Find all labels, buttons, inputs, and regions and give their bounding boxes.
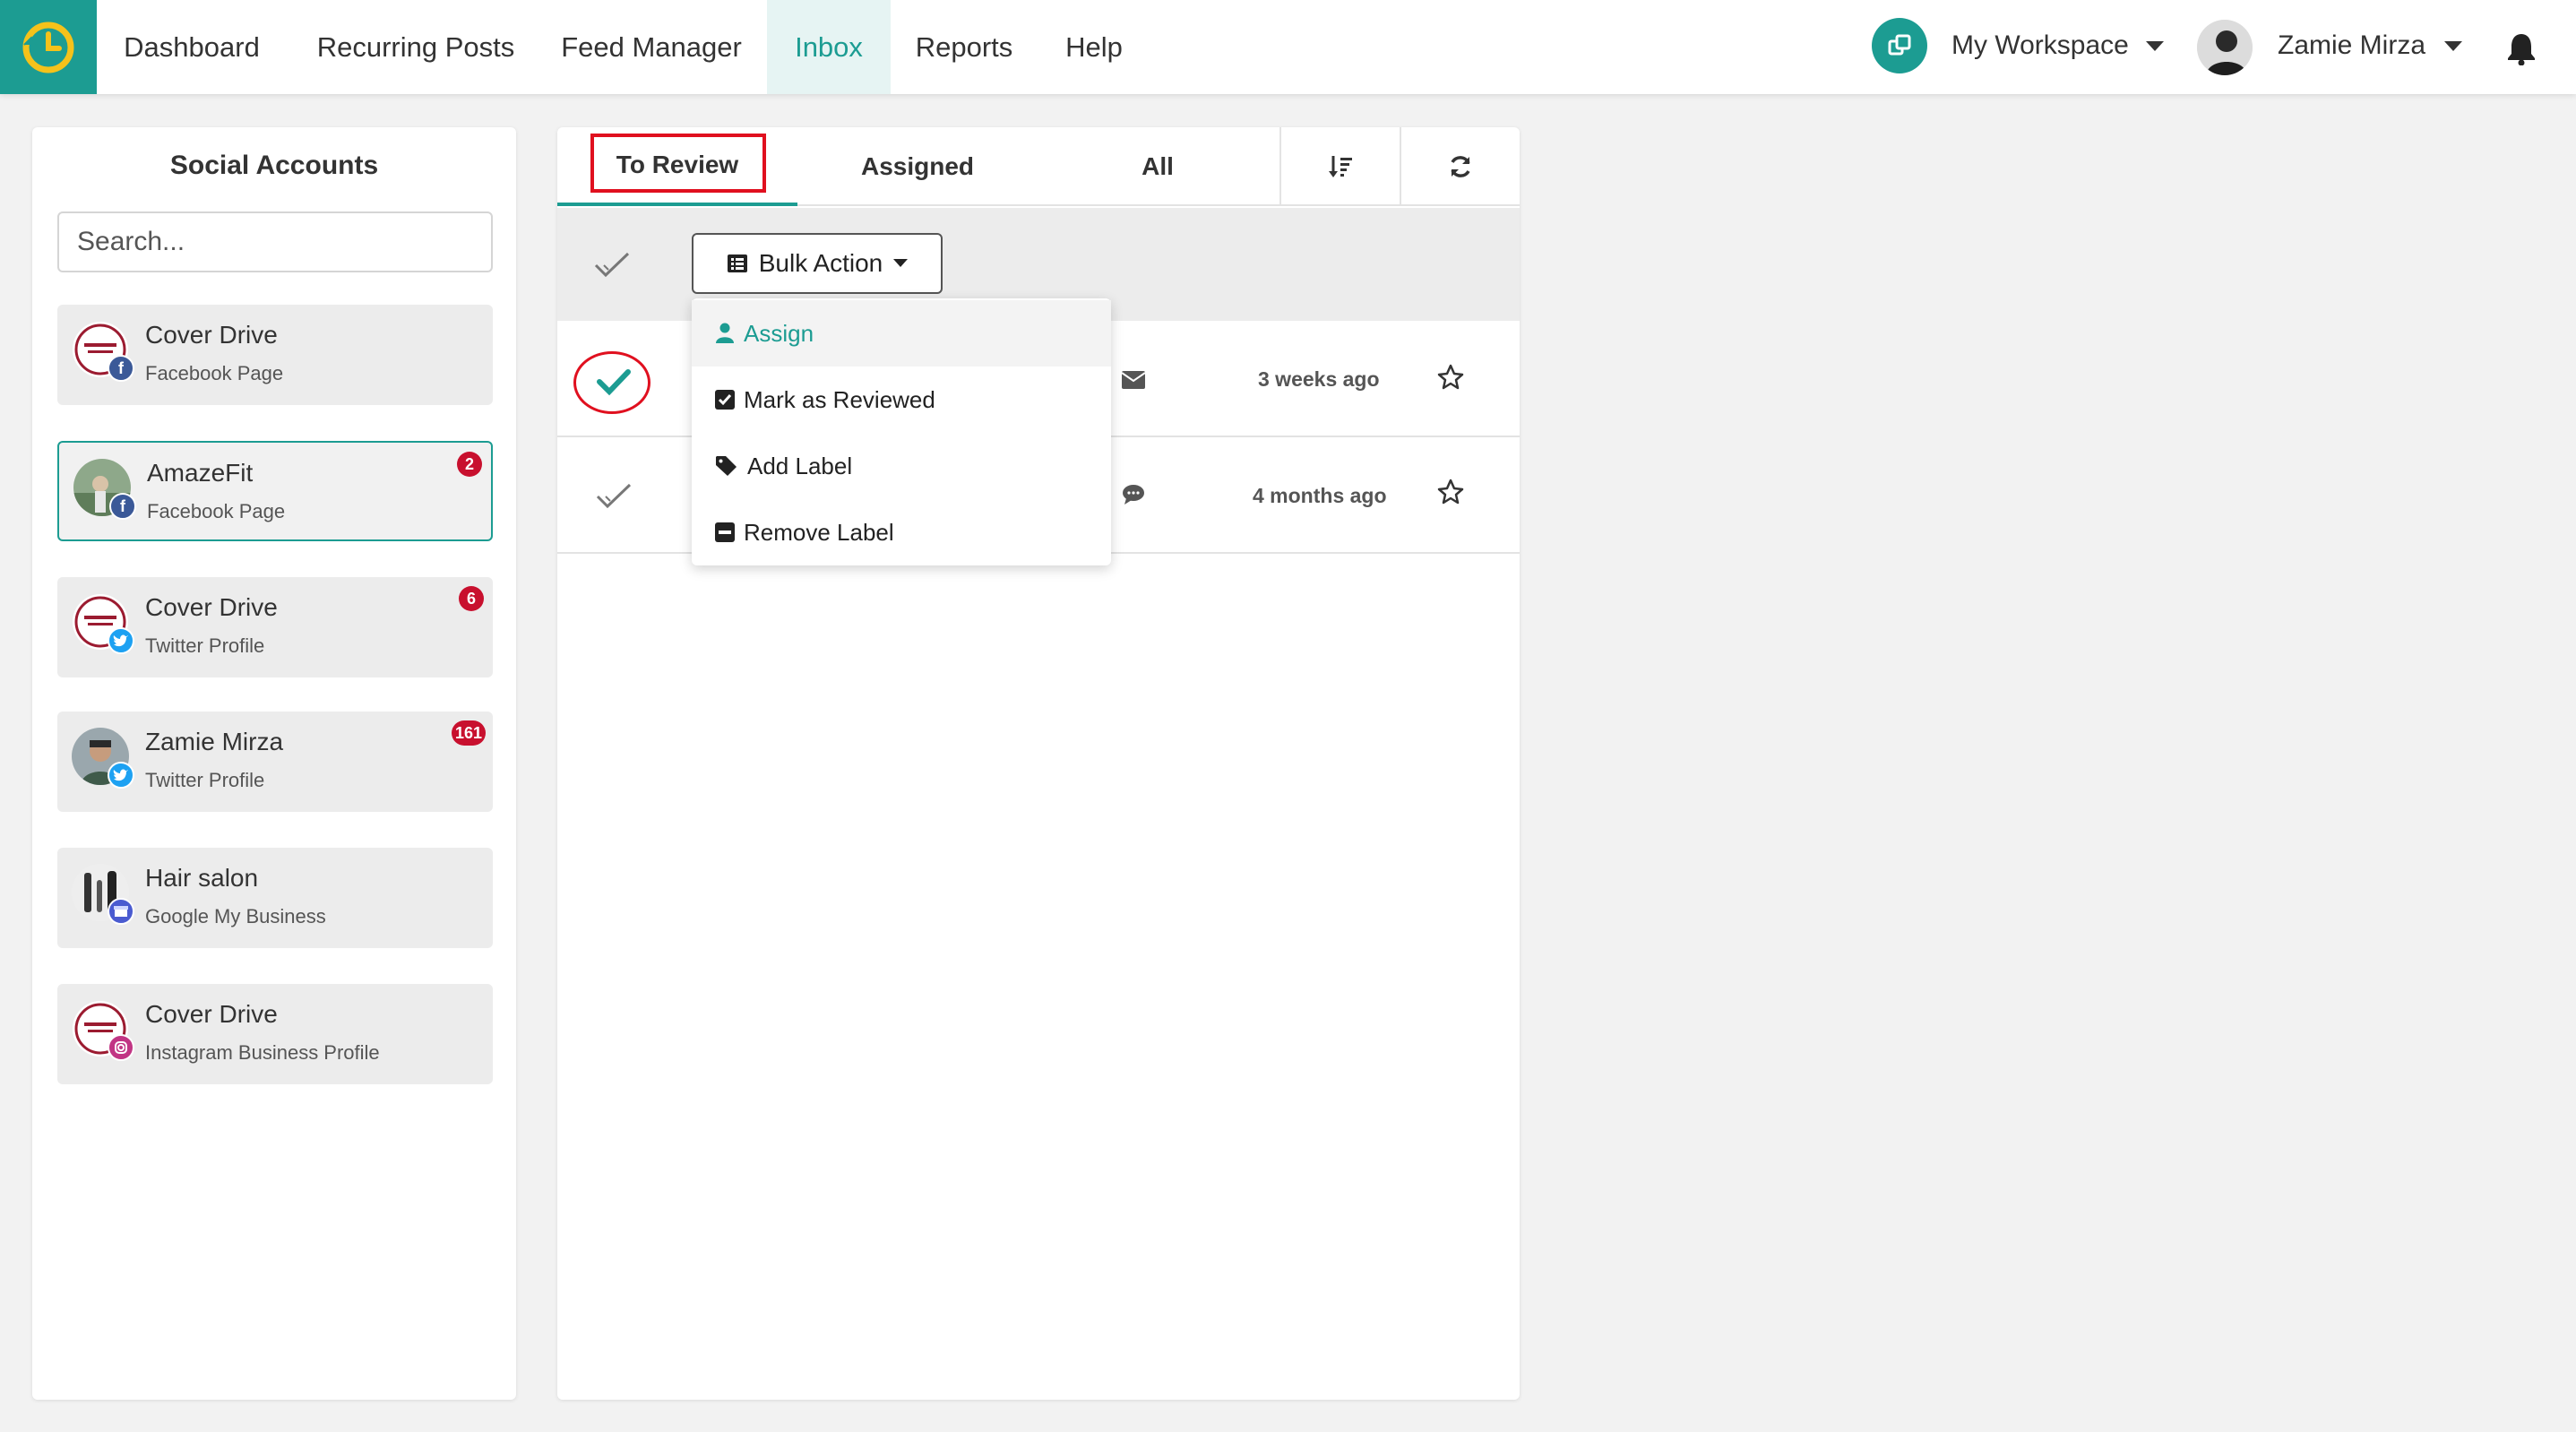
menu-item-mark-as-reviewed[interactable]: Mark as Reviewed [692, 367, 1111, 433]
workspace-switch-icon[interactable] [1872, 18, 1927, 73]
account-name: Hair salon [145, 864, 259, 892]
workspace-chevron-down-icon[interactable] [2146, 41, 2164, 51]
nav-recurring-posts[interactable]: Recurring Posts [297, 0, 534, 94]
star-icon[interactable] [1437, 364, 1464, 391]
workspace-name[interactable]: My Workspace [1951, 27, 2129, 65]
account-type: Facebook Page [147, 500, 286, 522]
tag-icon [716, 456, 737, 476]
message-time: 4 months ago [1253, 484, 1387, 507]
message-time: 3 weeks ago [1258, 367, 1380, 391]
account-type: Instagram Business Profile [145, 1041, 380, 1064]
account-item-cover-drive-twitter[interactable]: Cover Drive Twitter Profile 6 [57, 577, 493, 677]
nav-dashboard[interactable]: Dashboard [104, 0, 280, 94]
twitter-icon [108, 627, 134, 654]
account-search-input[interactable] [57, 211, 493, 272]
account-name: Cover Drive [145, 593, 278, 621]
clock-logo-icon [22, 22, 74, 73]
social-accounts-title: Social Accounts [169, 151, 379, 180]
account-item-hair-salon-google[interactable]: Hair salon Google My Business [57, 848, 493, 948]
account-item-zamie-mirza-twitter[interactable]: Zamie Mirza Twitter Profile 161 [57, 712, 493, 812]
social-accounts-panel: Social Accounts f Cover Drive Facebook P… [32, 127, 516, 1400]
account-name: AmazeFit [147, 459, 254, 487]
account-name: Zamie Mirza [145, 728, 284, 755]
bulk-action-menu: Assign Mark as Reviewed Add Label Remove… [692, 298, 1111, 565]
inbox-tabs: To Review Assigned All [557, 127, 1520, 206]
google-my-business-icon [108, 898, 134, 925]
account-item-amazefit-facebook[interactable]: f AmazeFit Facebook Page 2 [57, 441, 493, 541]
menu-item-label: Add Label [747, 452, 853, 479]
list-icon [727, 254, 747, 272]
bell-icon[interactable] [2505, 31, 2537, 65]
menu-item-label: Assign [744, 319, 814, 347]
row-checkmark-icon[interactable] [595, 367, 633, 396]
unread-count-badge: 161 [451, 720, 486, 746]
nav-help[interactable]: Help [1045, 0, 1143, 94]
account-type: Google My Business [145, 905, 326, 927]
facebook-icon: f [109, 493, 136, 520]
sort-icon [1329, 156, 1352, 177]
chevron-down-icon [893, 259, 909, 267]
twitter-icon [108, 762, 134, 789]
app-logo[interactable] [0, 0, 97, 94]
user-name[interactable]: Zamie Mirza [2278, 27, 2425, 65]
nav-reports[interactable]: Reports [905, 0, 1023, 94]
account-item-cover-drive-instagram[interactable]: Cover Drive Instagram Business Profile [57, 984, 493, 1084]
account-type: Twitter Profile [145, 769, 265, 791]
refresh-icon [1451, 156, 1470, 177]
user-icon [716, 323, 734, 343]
bulk-action-button[interactable]: Bulk Action [692, 233, 943, 294]
star-icon[interactable] [1437, 479, 1464, 505]
menu-item-assign[interactable]: Assign [692, 300, 1111, 367]
account-type: Facebook Page [145, 362, 284, 384]
envelope-icon [1122, 371, 1145, 389]
account-name: Cover Drive [145, 1000, 278, 1028]
nav-feed-manager[interactable]: Feed Manager [548, 0, 754, 94]
user-chevron-down-icon[interactable] [2444, 41, 2462, 51]
menu-item-remove-label[interactable]: Remove Label [692, 499, 1111, 565]
user-avatar[interactable] [2197, 20, 2253, 75]
menu-item-label: Remove Label [744, 518, 894, 546]
select-all-checkmark-icon[interactable] [593, 251, 631, 280]
tab-highlight-box [590, 134, 766, 193]
account-type: Twitter Profile [145, 634, 265, 657]
tab-all[interactable]: All [1038, 127, 1278, 206]
row-checkmark-icon[interactable] [595, 482, 633, 511]
bulk-action-label: Bulk Action [758, 249, 883, 277]
unread-count-badge: 2 [457, 452, 482, 477]
account-item-cover-drive-facebook[interactable]: f Cover Drive Facebook Page [57, 305, 493, 405]
facebook-icon: f [108, 355, 134, 382]
menu-item-label: Mark as Reviewed [744, 385, 935, 413]
tab-assigned[interactable]: Assigned [797, 127, 1038, 206]
checkbox-icon [715, 390, 735, 410]
menu-item-add-label[interactable]: Add Label [692, 433, 1111, 499]
sort-button[interactable] [1281, 127, 1400, 206]
refresh-button[interactable] [1401, 127, 1520, 206]
instagram-icon [108, 1034, 134, 1061]
account-name: Cover Drive [145, 321, 278, 349]
nav-inbox[interactable]: Inbox [767, 0, 891, 94]
top-navbar: Dashboard Recurring Posts Feed Manager I… [0, 0, 2576, 94]
minus-square-icon [715, 522, 735, 542]
unread-count-badge: 6 [459, 586, 484, 611]
comment-icon [1123, 485, 1144, 505]
